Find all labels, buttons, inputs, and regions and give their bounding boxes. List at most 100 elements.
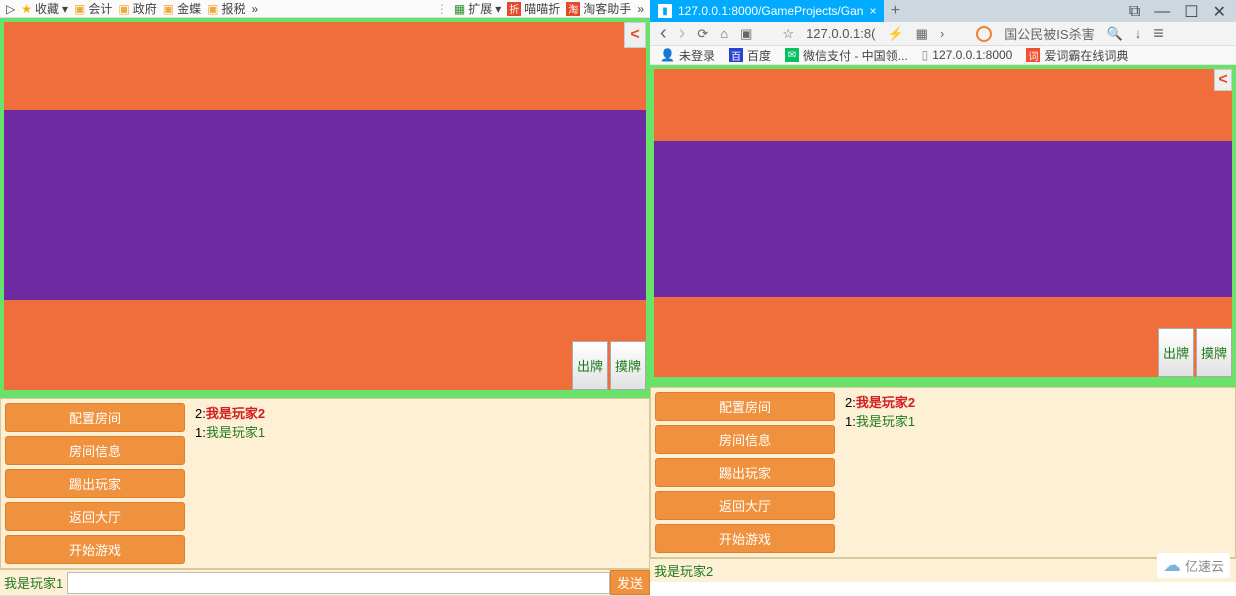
- play-card-button[interactable]: 出牌: [572, 341, 608, 390]
- menu-icon[interactable]: ≡: [1153, 23, 1164, 44]
- middle-purple-block: [654, 141, 1232, 297]
- bookmarks-bar: 👤未登录 百百度 ✉微信支付 - 中国领... ▯127.0.0.1:8000 …: [650, 46, 1236, 65]
- go-arrow-icon[interactable]: ›: [940, 26, 944, 41]
- miaomiaozhe-item[interactable]: 折喵喵折: [507, 0, 560, 17]
- pin-icon[interactable]: ⧉: [1129, 3, 1140, 21]
- star-icon: ★: [21, 2, 32, 16]
- start-game-button[interactable]: 开始游戏: [5, 535, 185, 564]
- extensions-item[interactable]: ▦扩展▾: [454, 0, 501, 17]
- browser-tab[interactable]: ▮ 127.0.0.1:8000/GameProjects/Gan ×: [650, 0, 884, 22]
- chevron-down-icon: ▾: [495, 2, 501, 16]
- minimize-button[interactable]: —: [1154, 3, 1170, 21]
- more-folders[interactable]: »: [251, 2, 258, 16]
- draw-card-button[interactable]: 摸牌: [610, 341, 646, 390]
- new-tab-button[interactable]: +: [884, 0, 906, 22]
- right-browser-pane: ▮ 127.0.0.1:8000/GameProjects/Gan × + ⧉ …: [650, 0, 1236, 582]
- player-row: 1:我是玩家1: [195, 422, 265, 441]
- collapse-arrow-right[interactable]: <: [1214, 69, 1232, 91]
- folder-icon: ▣: [163, 2, 174, 16]
- room-info-button[interactable]: 房间信息: [655, 425, 835, 454]
- flash-icon[interactable]: ⚡: [887, 26, 903, 42]
- game-board-right: < 出牌 摸牌: [650, 65, 1236, 387]
- close-window-button[interactable]: ✕: [1213, 2, 1226, 22]
- left-browser-pane: ▷ ★收藏▾ ▣会计 ▣政府 ▣金蝶 ▣报税 » ⋮ ▦扩展▾ 折喵喵折 淘淘客…: [0, 0, 650, 582]
- chevron-down-icon: ▾: [62, 2, 68, 16]
- bookmark-localhost[interactable]: ▯127.0.0.1:8000: [922, 48, 1013, 62]
- panel-button[interactable]: ▣: [740, 26, 752, 42]
- address-bar: ‹ › ⟳ ⌂ ▣ ☆ 127.0.0.1:8( ⚡ ▦ › 国公民被IS杀害 …: [650, 22, 1236, 46]
- reload-button[interactable]: ⟳: [697, 26, 708, 42]
- qr-icon[interactable]: ▦: [916, 26, 928, 42]
- player-name: 我是玩家1: [206, 425, 265, 440]
- maximize-button[interactable]: ☐: [1184, 2, 1198, 22]
- bookmark-baidu[interactable]: 百百度: [729, 47, 771, 64]
- player-name: 我是玩家1: [856, 414, 915, 429]
- config-room-button[interactable]: 配置房间: [655, 392, 835, 421]
- kebab-icon[interactable]: ⋮: [436, 2, 448, 16]
- login-status[interactable]: 👤未登录: [660, 47, 715, 64]
- sogou-icon[interactable]: [976, 26, 992, 42]
- play-icon[interactable]: ▷: [6, 2, 15, 16]
- folder-icon: ▣: [74, 2, 85, 16]
- middle-purple-block: [4, 110, 646, 300]
- brand-watermark: ☁ 亿速云: [1157, 553, 1230, 578]
- player-name: 我是玩家2: [856, 395, 915, 410]
- return-lobby-button[interactable]: 返回大厅: [655, 491, 835, 520]
- player-list: 2:我是玩家2 1:我是玩家1: [189, 399, 271, 568]
- brand-text: 亿速云: [1185, 556, 1224, 575]
- lobby-button-column: 配置房间 房间信息 踢出玩家 返回大厅 开始游戏: [1, 399, 189, 568]
- player-list: 2:我是玩家2 1:我是玩家1: [839, 388, 921, 557]
- cloud-icon: ☁: [1163, 555, 1181, 576]
- kick-player-button[interactable]: 踢出玩家: [5, 469, 185, 498]
- current-player-label: 我是玩家2: [650, 558, 1236, 582]
- folder-icon: ▣: [207, 2, 218, 16]
- config-room-button[interactable]: 配置房间: [5, 403, 185, 432]
- wechat-icon: ✉: [785, 48, 799, 62]
- download-icon[interactable]: ↓: [1135, 26, 1142, 41]
- forward-button[interactable]: ›: [679, 22, 686, 45]
- baidu-icon: 百: [729, 48, 743, 62]
- chat-send-row: 我是玩家1 发送: [0, 569, 650, 595]
- bottom-orange-block: 出牌 摸牌: [4, 300, 646, 390]
- toolbar-overflow[interactable]: »: [637, 2, 644, 16]
- player-row: 2:我是玩家2: [845, 392, 915, 411]
- bookmark-star-icon[interactable]: ☆: [782, 26, 794, 42]
- current-player-label: 我是玩家1: [0, 571, 67, 594]
- search-icon[interactable]: 🔍: [1107, 26, 1123, 42]
- folder-icon: ▣: [118, 2, 129, 16]
- player-row: 1:我是玩家1: [845, 411, 915, 430]
- kick-player-button[interactable]: 踢出玩家: [655, 458, 835, 487]
- folder-tax[interactable]: ▣报税: [207, 0, 245, 17]
- chat-input[interactable]: [67, 572, 610, 594]
- folder-accounting[interactable]: ▣会计: [74, 0, 112, 17]
- bookmark-toolbar: ▷ ★收藏▾ ▣会计 ▣政府 ▣金蝶 ▣报税 » ⋮ ▦扩展▾ 折喵喵折 淘淘客…: [0, 0, 650, 18]
- url-text[interactable]: 127.0.0.1:8(: [806, 26, 875, 41]
- room-info-button[interactable]: 房间信息: [5, 436, 185, 465]
- bookmark-iciba[interactable]: 词爱词霸在线词典: [1026, 47, 1128, 64]
- top-orange-block: <: [654, 69, 1232, 141]
- lobby-button-column: 配置房间 房间信息 踢出玩家 返回大厅 开始游戏: [651, 388, 839, 557]
- home-button[interactable]: ⌂: [720, 26, 728, 41]
- taoke-item[interactable]: 淘淘客助手: [566, 0, 631, 17]
- news-headline[interactable]: 国公民被IS杀害: [1004, 24, 1094, 43]
- bottom-orange-block: 出牌 摸牌: [654, 297, 1232, 377]
- send-button[interactable]: 发送: [610, 570, 650, 595]
- bookmark-wechatpay[interactable]: ✉微信支付 - 中国领...: [785, 47, 908, 64]
- return-lobby-button[interactable]: 返回大厅: [5, 502, 185, 531]
- favorites-item[interactable]: ★收藏▾: [21, 0, 68, 17]
- lobby-panel-left: 配置房间 房间信息 踢出玩家 返回大厅 开始游戏 2:我是玩家2 1:我是玩家1: [0, 398, 650, 569]
- player-row: 2:我是玩家2: [195, 403, 265, 422]
- user-icon: 👤: [660, 48, 675, 62]
- tab-close-icon[interactable]: ×: [869, 4, 876, 18]
- start-game-button[interactable]: 开始游戏: [655, 524, 835, 553]
- page-icon: ▯: [922, 48, 929, 62]
- taoke-icon: 淘: [566, 2, 580, 16]
- play-card-button[interactable]: 出牌: [1158, 328, 1194, 377]
- back-button[interactable]: ‹: [660, 22, 667, 45]
- fold-icon: 折: [507, 2, 521, 16]
- player-name: 我是玩家2: [206, 406, 265, 421]
- draw-card-button[interactable]: 摸牌: [1196, 328, 1232, 377]
- folder-gov[interactable]: ▣政府: [118, 0, 156, 17]
- folder-kingdee[interactable]: ▣金蝶: [163, 0, 201, 17]
- collapse-arrow-right[interactable]: <: [624, 22, 646, 48]
